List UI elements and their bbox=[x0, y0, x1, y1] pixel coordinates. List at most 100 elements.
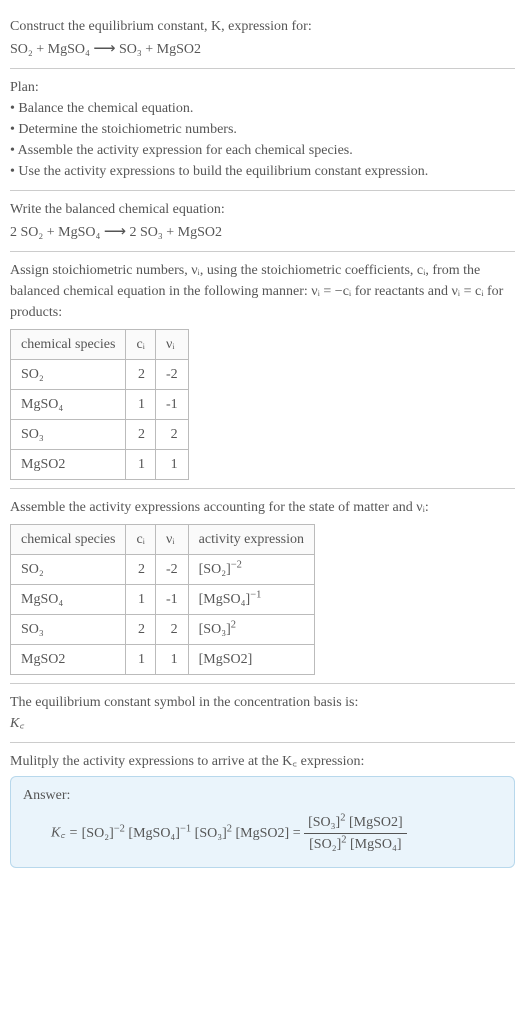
activity-base: [SO₃] bbox=[199, 622, 231, 637]
cell-c: 1 bbox=[126, 645, 156, 675]
fraction: [SO₃]2 [MgSO2] [SO₂]2 [MgSO₄] bbox=[304, 812, 407, 855]
balanced-section: Write the balanced chemical equation: 2 … bbox=[10, 191, 515, 251]
answer-box: Answer: K꜀ = [SO₂]−2 [MgSO₄]−1 [SO₃]2 [M… bbox=[10, 776, 515, 868]
kc-symbol: K꜀ bbox=[10, 713, 515, 734]
plan-section: Plan: • Balance the chemical equation. •… bbox=[10, 69, 515, 190]
table-header-row: chemical species cᵢ νᵢ activity expressi… bbox=[11, 525, 315, 555]
balanced-text: Write the balanced chemical equation: bbox=[10, 199, 515, 220]
activity-base: [MgSO2] bbox=[199, 652, 253, 667]
col-vi: νᵢ bbox=[155, 330, 188, 360]
cell-v: 2 bbox=[155, 420, 188, 450]
assign-section: Assign stoichiometric numbers, νᵢ, using… bbox=[10, 252, 515, 488]
fraction-numerator: [SO₃]2 [MgSO2] bbox=[304, 812, 407, 834]
cell-c: 2 bbox=[126, 555, 156, 585]
answer-lhs: K꜀ = bbox=[51, 826, 82, 841]
balanced-equation: 2 SO₂ + MgSO₄ ⟶ 2 SO₃ + MgSO2 bbox=[10, 220, 515, 243]
answer-equation: K꜀ = [SO₂]−2 [MgSO₄]−1 [SO₃]2 [MgSO2] = … bbox=[23, 812, 502, 855]
cell-v: -1 bbox=[155, 585, 188, 615]
table-row: MgSO2 1 1 [MgSO2] bbox=[11, 645, 315, 675]
intro-eq-rhs: SO₃ + MgSO2 bbox=[119, 42, 201, 57]
plan-bullet: • Assemble the activity expression for e… bbox=[10, 140, 515, 161]
activity-base: [MgSO₄] bbox=[199, 592, 251, 607]
term: [SO₂]−2 bbox=[82, 826, 125, 841]
intro-text: Construct the equilibrium constant, K, e… bbox=[10, 16, 515, 37]
cell-c: 1 bbox=[126, 450, 156, 480]
cell-species: SO₂ bbox=[11, 360, 126, 390]
activity-exp: −2 bbox=[231, 560, 242, 571]
balanced-eq-lhs: 2 SO₂ + MgSO₄ bbox=[10, 225, 100, 240]
col-species: chemical species bbox=[11, 525, 126, 555]
activity-base: [SO₂] bbox=[199, 562, 231, 577]
activity-section: Assemble the activity expressions accoun… bbox=[10, 489, 515, 683]
table-row: MgSO2 1 1 bbox=[11, 450, 189, 480]
intro-eq-lhs: SO₂ + MgSO₄ bbox=[10, 42, 90, 57]
activity-exp: 2 bbox=[231, 620, 236, 631]
cell-species: SO₃ bbox=[11, 420, 126, 450]
cell-c: 2 bbox=[126, 420, 156, 450]
cell-species: MgSO2 bbox=[11, 645, 126, 675]
balanced-eq-rhs: 2 SO₃ + MgSO2 bbox=[129, 225, 222, 240]
term-exp: 2 bbox=[341, 835, 346, 846]
cell-v: -1 bbox=[155, 390, 188, 420]
arrow-icon: ⟶ bbox=[93, 40, 115, 57]
cell-species: MgSO₄ bbox=[11, 585, 126, 615]
table-row: MgSO₄ 1 -1 bbox=[11, 390, 189, 420]
term: [SO₃]2 bbox=[195, 826, 232, 841]
table-row: SO₂ 2 -2 bbox=[11, 360, 189, 390]
arrow-icon: ⟶ bbox=[104, 223, 126, 240]
cell-species: MgSO₄ bbox=[11, 390, 126, 420]
cell-v: -2 bbox=[155, 555, 188, 585]
plan-bullet: • Determine the stoichiometric numbers. bbox=[10, 119, 515, 140]
activity-table: chemical species cᵢ νᵢ activity expressi… bbox=[10, 524, 315, 675]
fraction-denominator: [SO₂]2 [MgSO₄] bbox=[304, 834, 407, 855]
term-base: [SO₂] bbox=[309, 837, 341, 852]
term-base: [SO₃] bbox=[195, 826, 227, 841]
term-exp: 2 bbox=[340, 813, 345, 824]
cell-v: 2 bbox=[155, 615, 188, 645]
cell-species: SO₂ bbox=[11, 555, 126, 585]
col-activity: activity expression bbox=[188, 525, 314, 555]
table-row: SO₃ 2 2 bbox=[11, 420, 189, 450]
multiply-section: Mulitply the activity expressions to arr… bbox=[10, 743, 515, 876]
cell-v: 1 bbox=[155, 450, 188, 480]
plan-bullet: • Balance the chemical equation. bbox=[10, 98, 515, 119]
plan-heading: Plan: bbox=[10, 77, 515, 98]
cell-c: 1 bbox=[126, 390, 156, 420]
table-row: SO₃ 2 2 [SO₃]2 bbox=[11, 615, 315, 645]
multiply-text: Mulitply the activity expressions to arr… bbox=[10, 751, 515, 772]
term-exp: 2 bbox=[227, 823, 232, 834]
assign-text: Assign stoichiometric numbers, νᵢ, using… bbox=[10, 260, 515, 323]
term: [MgSO2] bbox=[236, 826, 290, 841]
term: [MgSO₄]−1 bbox=[128, 826, 191, 841]
cell-species: SO₃ bbox=[11, 615, 126, 645]
activity-exp: −1 bbox=[250, 590, 261, 601]
table-header-row: chemical species cᵢ νᵢ bbox=[11, 330, 189, 360]
cell-activity: [MgSO₄]−1 bbox=[188, 585, 314, 615]
cell-c: 2 bbox=[126, 615, 156, 645]
term-exp: −1 bbox=[180, 823, 191, 834]
kc-symbol-text: The equilibrium constant symbol in the c… bbox=[10, 692, 515, 713]
term-base: [MgSO₄] bbox=[128, 826, 180, 841]
cell-v: 1 bbox=[155, 645, 188, 675]
answer-label: Answer: bbox=[23, 785, 502, 806]
plan-bullet: • Use the activity expressions to build … bbox=[10, 161, 515, 182]
cell-activity: [SO₃]2 bbox=[188, 615, 314, 645]
term-base: [MgSO2] bbox=[349, 815, 403, 830]
table-row: MgSO₄ 1 -1 [MgSO₄]−1 bbox=[11, 585, 315, 615]
stoich-table: chemical species cᵢ νᵢ SO₂ 2 -2 MgSO₄ 1 … bbox=[10, 329, 189, 480]
col-ci: cᵢ bbox=[126, 525, 156, 555]
term-base: [MgSO2] bbox=[236, 826, 290, 841]
term-exp: −2 bbox=[114, 823, 125, 834]
equals-sign: = bbox=[293, 826, 304, 841]
term-base: [MgSO₄] bbox=[350, 837, 402, 852]
cell-activity: [SO₂]−2 bbox=[188, 555, 314, 585]
col-vi: νᵢ bbox=[155, 525, 188, 555]
kc-symbol-section: The equilibrium constant symbol in the c… bbox=[10, 684, 515, 742]
col-species: chemical species bbox=[11, 330, 126, 360]
table-row: SO₂ 2 -2 [SO₂]−2 bbox=[11, 555, 315, 585]
intro-line1: Construct the equilibrium constant, K, e… bbox=[10, 19, 312, 34]
cell-activity: [MgSO2] bbox=[188, 645, 314, 675]
cell-c: 1 bbox=[126, 585, 156, 615]
intro-section: Construct the equilibrium constant, K, e… bbox=[10, 8, 515, 68]
cell-v: -2 bbox=[155, 360, 188, 390]
